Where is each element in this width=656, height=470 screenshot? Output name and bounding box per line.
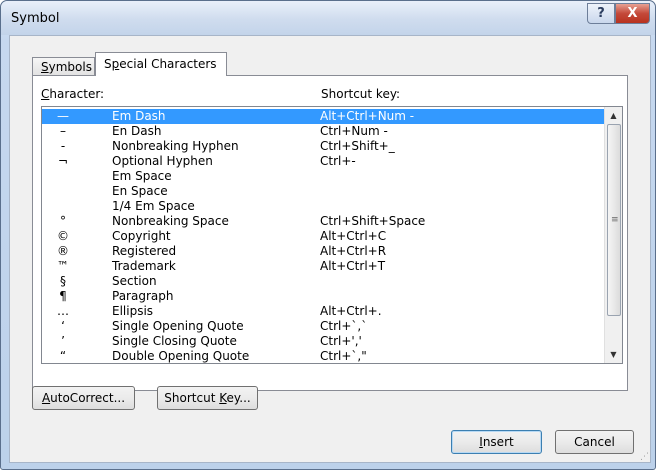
- list-item[interactable]: ’ Single Closing Quote Ctrl+',': [42, 334, 606, 349]
- list-item[interactable]: “ Double Opening Quote Ctrl+`,": [42, 349, 606, 363]
- character-name: Trademark: [112, 259, 176, 273]
- character-symbol: ¶: [59, 289, 67, 303]
- character-symbol: …: [57, 304, 69, 318]
- tab-symbols-label: ymbols: [48, 60, 92, 74]
- list-item[interactable]: ° Nonbreaking Space Ctrl+Shift+Space: [42, 214, 606, 229]
- character-name: 1/4 Em Space: [112, 199, 195, 213]
- character-symbol: ©: [57, 229, 69, 243]
- scroll-up-arrow-icon[interactable]: ▲: [605, 107, 622, 124]
- window-title: Symbol: [11, 11, 60, 26]
- list-item[interactable]: ‘ Single Opening Quote Ctrl+`,`: [42, 319, 606, 334]
- character-symbol: -: [60, 139, 66, 153]
- character-shortcut: Ctrl+',': [320, 334, 362, 348]
- character-shortcut: Alt+Ctrl+.: [320, 304, 382, 318]
- close-button[interactable]: X: [615, 3, 650, 24]
- list-item[interactable]: 1/4 Em Space: [42, 199, 606, 214]
- character-name: Em Dash: [112, 109, 166, 123]
- character-symbol: ¬: [57, 154, 69, 168]
- character-symbol: §: [60, 274, 66, 288]
- character-shortcut: Alt+Ctrl+T: [320, 259, 386, 273]
- character-shortcut: Ctrl+-: [320, 154, 356, 168]
- shortcut-key-label: ey...: [226, 391, 251, 405]
- character-name: Single Opening Quote: [112, 319, 244, 333]
- scroll-thumb[interactable]: ≡: [607, 124, 621, 316]
- list-item[interactable]: Em Space: [42, 169, 606, 184]
- autocorrect-label: utoCorrect...: [50, 391, 126, 405]
- character-shortcut: Ctrl+Shift+Space: [320, 214, 426, 228]
- character-symbol: ‘: [61, 319, 65, 333]
- character-shortcut: Alt+Ctrl+R: [320, 244, 387, 258]
- character-name: Nonbreaking Hyphen: [112, 139, 239, 153]
- special-characters-panel: Character: Shortcut key: — Em Dash Alt+Ctr…: [32, 75, 628, 391]
- tab-symbols-accel: S: [41, 60, 49, 74]
- help-button[interactable]: ?: [587, 3, 615, 24]
- character-name: Ellipsis: [112, 304, 154, 318]
- character-name: Em Space: [112, 169, 172, 183]
- character-symbol: ®: [57, 244, 69, 258]
- character-symbol: °: [60, 214, 66, 228]
- character-symbol: “: [59, 349, 67, 363]
- autocorrect-button[interactable]: AutoCorrect...: [32, 386, 135, 410]
- shortcut-key-prefix: Shortcut: [164, 391, 220, 405]
- title-bar[interactable]: Symbol ? X: [1, 1, 655, 35]
- shortcut-key-button[interactable]: Shortcut Key...: [157, 386, 258, 410]
- character-shortcut: Ctrl+Num -: [320, 124, 388, 138]
- character-name: En Dash: [112, 124, 162, 138]
- list-item[interactable]: ¶ Paragraph: [42, 289, 606, 304]
- list-item[interactable]: — Em Dash Alt+Ctrl+Num -: [42, 109, 606, 124]
- character-name: Single Closing Quote: [112, 334, 237, 348]
- resize-grip-icon[interactable]: ⋰: [640, 453, 649, 462]
- character-shortcut: Alt+Ctrl+C: [320, 229, 387, 243]
- scroll-grip-icon: ≡: [611, 215, 619, 225]
- insert-label: nsert: [482, 435, 514, 449]
- character-shortcut: Ctrl+`,": [320, 349, 367, 363]
- special-characters-list[interactable]: — Em Dash Alt+Ctrl+Num - – En Dash Ctrl+Num -…: [41, 106, 623, 364]
- shortcut-key-accel: K: [219, 391, 227, 405]
- character-symbol: ’: [61, 334, 65, 348]
- autocorrect-accel: A: [41, 391, 51, 405]
- help-icon: ?: [597, 6, 605, 21]
- character-name: Paragraph: [112, 289, 174, 303]
- character-name: Optional Hyphen: [112, 154, 213, 168]
- list-item[interactable]: ™ Trademark Alt+Ctrl+T: [42, 259, 606, 274]
- character-name: Registered: [112, 244, 177, 258]
- character-name: Section: [112, 274, 157, 288]
- character-symbol: —: [57, 109, 69, 123]
- character-symbol: –: [60, 124, 66, 138]
- character-name: En Space: [112, 184, 168, 198]
- insert-button[interactable]: Insert: [451, 430, 542, 454]
- list-item[interactable]: ¬ Optional Hyphen Ctrl+-: [42, 154, 606, 169]
- scroll-down-arrow-icon[interactable]: ▼: [605, 346, 622, 363]
- tab-special-prefix: S: [104, 57, 112, 71]
- symbol-dialog: Symbol ? X Symbols Special Characters Ch…: [0, 0, 656, 470]
- list-item[interactable]: En Space: [42, 184, 606, 199]
- character-name: Copyright: [112, 229, 171, 243]
- tab-special-characters[interactable]: Special Characters: [95, 52, 227, 76]
- dialog-client-area: Symbols Special Characters Character: Sh…: [9, 35, 651, 463]
- list-item[interactable]: © Copyright Alt+Ctrl+C: [42, 229, 606, 244]
- list-item[interactable]: § Section: [42, 274, 606, 289]
- character-column-header: Character:: [41, 87, 104, 101]
- close-icon: X: [627, 6, 638, 21]
- tab-symbols[interactable]: Symbols: [32, 57, 95, 75]
- character-symbol: ™: [57, 259, 69, 273]
- list-item[interactable]: – En Dash Ctrl+Num -: [42, 124, 606, 139]
- character-name: Nonbreaking Space: [112, 214, 229, 228]
- character-shortcut: Alt+Ctrl+Num -: [320, 109, 415, 123]
- character-shortcut: Ctrl+`,`: [320, 319, 368, 333]
- cancel-button[interactable]: Cancel: [555, 430, 634, 454]
- vertical-scrollbar[interactable]: ▲ ≡ ▼: [604, 107, 622, 363]
- character-header-label: haracter:: [49, 87, 105, 101]
- shortcut-column-header: Shortcut key:: [321, 87, 401, 101]
- list-item[interactable]: - Nonbreaking Hyphen Ctrl+Shift+_: [42, 139, 606, 154]
- list-item[interactable]: … Ellipsis Alt+Ctrl+.: [42, 304, 606, 319]
- character-name: Double Opening Quote: [112, 349, 250, 363]
- character-shortcut: Ctrl+Shift+_: [320, 139, 395, 153]
- list-item[interactable]: ® Registered Alt+Ctrl+R: [42, 244, 606, 259]
- tab-special-label: ecial Characters: [119, 57, 217, 71]
